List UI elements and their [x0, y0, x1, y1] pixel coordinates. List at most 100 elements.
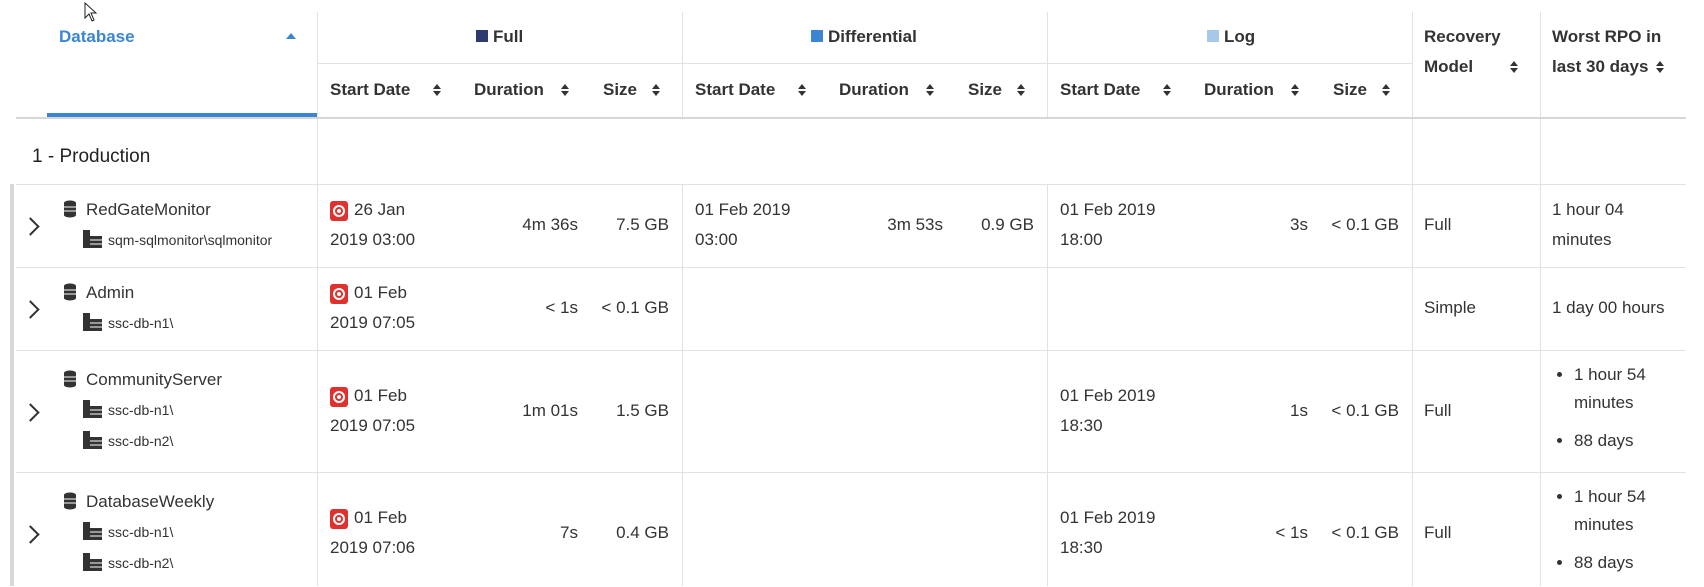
database-icon — [64, 200, 76, 218]
server-instance-icon — [83, 522, 102, 540]
log-start-date: 01 Feb 2019 — [1060, 386, 1156, 405]
worst-rpo-list: 1 hour 54 minutes 88 days — [1554, 361, 1686, 465]
log-start-date: 18:30 — [1060, 538, 1103, 557]
chevron-right-icon[interactable] — [21, 217, 40, 236]
divider — [682, 12, 683, 118]
full-duration: 4m 36s — [522, 215, 578, 234]
divider — [1412, 12, 1413, 586]
log-duration-header[interactable]: Duration — [1204, 80, 1274, 100]
diff-size-header[interactable]: Size — [968, 80, 1002, 100]
full-start-date: 26 Jan — [354, 200, 406, 219]
full-start-date: 2019 03:00 — [330, 230, 416, 249]
database-icon — [64, 492, 76, 510]
database-icon — [64, 283, 76, 301]
diff-start-date: 01 Feb 2019 — [695, 200, 791, 219]
header-bottom-border — [16, 117, 1686, 119]
row-group-bar — [10, 184, 14, 586]
sort-icon[interactable] — [926, 84, 935, 96]
sort-icon[interactable] — [1382, 84, 1391, 96]
worst-rpo: 1 hour 04 — [1552, 200, 1624, 219]
diff-start-date: 03:00 — [695, 230, 738, 249]
worst-rpo-item: 88 days — [1574, 427, 1686, 455]
full-size: 7.5 GB — [616, 215, 669, 234]
divider — [1047, 12, 1048, 118]
divider — [317, 12, 318, 586]
database-name[interactable]: DatabaseWeekly — [86, 492, 214, 512]
log-duration: 3s — [1290, 215, 1308, 234]
mouse-cursor-icon — [84, 2, 98, 22]
full-start-date: 2019 07:05 — [330, 313, 416, 332]
sort-icon[interactable] — [1510, 61, 1519, 73]
log-start-date-header[interactable]: Start Date — [1060, 80, 1140, 100]
chevron-right-icon[interactable] — [21, 403, 40, 422]
restore-warning-icon — [330, 387, 348, 407]
full-group-header: Full — [493, 27, 524, 46]
database-name[interactable]: Admin — [86, 283, 134, 303]
worst-rpo: minutes — [1552, 230, 1612, 249]
restore-warning-icon — [330, 509, 348, 529]
chevron-right-icon[interactable] — [21, 525, 40, 544]
full-start-date: 2019 07:05 — [330, 416, 416, 435]
log-size: < 0.1 GB — [1331, 523, 1399, 542]
full-start-date: 2019 07:06 — [330, 538, 416, 557]
sort-icon[interactable] — [433, 84, 442, 96]
chevron-right-icon[interactable] — [21, 300, 40, 319]
sort-icon[interactable] — [561, 84, 570, 96]
full-start-date: 01 Feb — [354, 508, 407, 527]
log-duration: < 1s — [1275, 523, 1308, 542]
full-size: 0.4 GB — [616, 523, 669, 542]
recovery-model: Simple — [1424, 298, 1476, 317]
log-size: < 0.1 GB — [1331, 215, 1399, 234]
diff-duration-header[interactable]: Duration — [839, 80, 909, 100]
worst-rpo-item: 88 days — [1574, 549, 1686, 577]
full-duration: 7s — [560, 523, 578, 542]
sort-icon[interactable] — [652, 84, 661, 96]
recovery-model-header-line1[interactable]: Recovery — [1424, 27, 1501, 47]
database-name[interactable]: CommunityServer — [86, 370, 222, 390]
sort-icon[interactable] — [1291, 84, 1300, 96]
log-group-header: Log — [1224, 27, 1256, 46]
diff-start-date-header[interactable]: Start Date — [695, 80, 775, 100]
database-name[interactable]: RedGateMonitor — [86, 200, 211, 220]
full-legend-swatch — [476, 30, 488, 42]
log-size-header[interactable]: Size — [1333, 80, 1367, 100]
divider — [16, 472, 1686, 473]
full-size-header[interactable]: Size — [603, 80, 637, 100]
log-start-date: 01 Feb 2019 — [1060, 200, 1156, 219]
recovery-model: Full — [1424, 401, 1452, 420]
worst-rpo-list: 1 hour 54 minutes 88 days — [1554, 483, 1686, 587]
worst-rpo-header-line1[interactable]: Worst RPO in — [1552, 27, 1661, 47]
full-duration: < 1s — [545, 298, 578, 317]
worst-rpo-header-line2[interactable]: last 30 days — [1552, 57, 1648, 77]
full-start-date-header[interactable]: Start Date — [330, 80, 410, 100]
log-duration: 1s — [1290, 401, 1308, 420]
server-instance-icon — [83, 230, 102, 248]
recovery-model-header-line2[interactable]: Model — [1424, 57, 1473, 77]
log-start-date: 18:00 — [1060, 230, 1103, 249]
database-icon — [64, 370, 76, 388]
server-name: ssc-db-n1\ — [108, 315, 174, 331]
differential-legend-swatch — [811, 30, 823, 42]
group-label: 1 - Production — [32, 146, 151, 167]
sort-icon[interactable] — [1163, 84, 1172, 96]
diff-duration: 3m 53s — [887, 215, 943, 234]
divider — [682, 184, 683, 586]
divider — [16, 350, 1686, 351]
log-legend-swatch — [1207, 30, 1219, 42]
server-name: sqm-sqlmonitor\sqlmonitor — [108, 232, 273, 248]
database-column-header[interactable]: Database — [59, 27, 135, 47]
sort-icon[interactable] — [1017, 84, 1026, 96]
sort-ascending-icon[interactable] — [286, 33, 296, 39]
server-name: ssc-db-n2\ — [108, 555, 174, 571]
full-duration-header[interactable]: Duration — [474, 80, 544, 100]
full-duration: 1m 01s — [522, 401, 578, 420]
sort-icon[interactable] — [798, 84, 807, 96]
worst-rpo-item: 1 hour 54 minutes — [1574, 361, 1686, 417]
server-instance-icon — [83, 553, 102, 571]
divider — [1540, 12, 1541, 586]
log-start-date: 01 Feb 2019 — [1060, 508, 1156, 527]
recovery-model: Full — [1424, 523, 1452, 542]
sort-icon[interactable] — [1656, 61, 1665, 73]
diff-size: 0.9 GB — [981, 215, 1034, 234]
full-size: 1.5 GB — [616, 401, 669, 420]
